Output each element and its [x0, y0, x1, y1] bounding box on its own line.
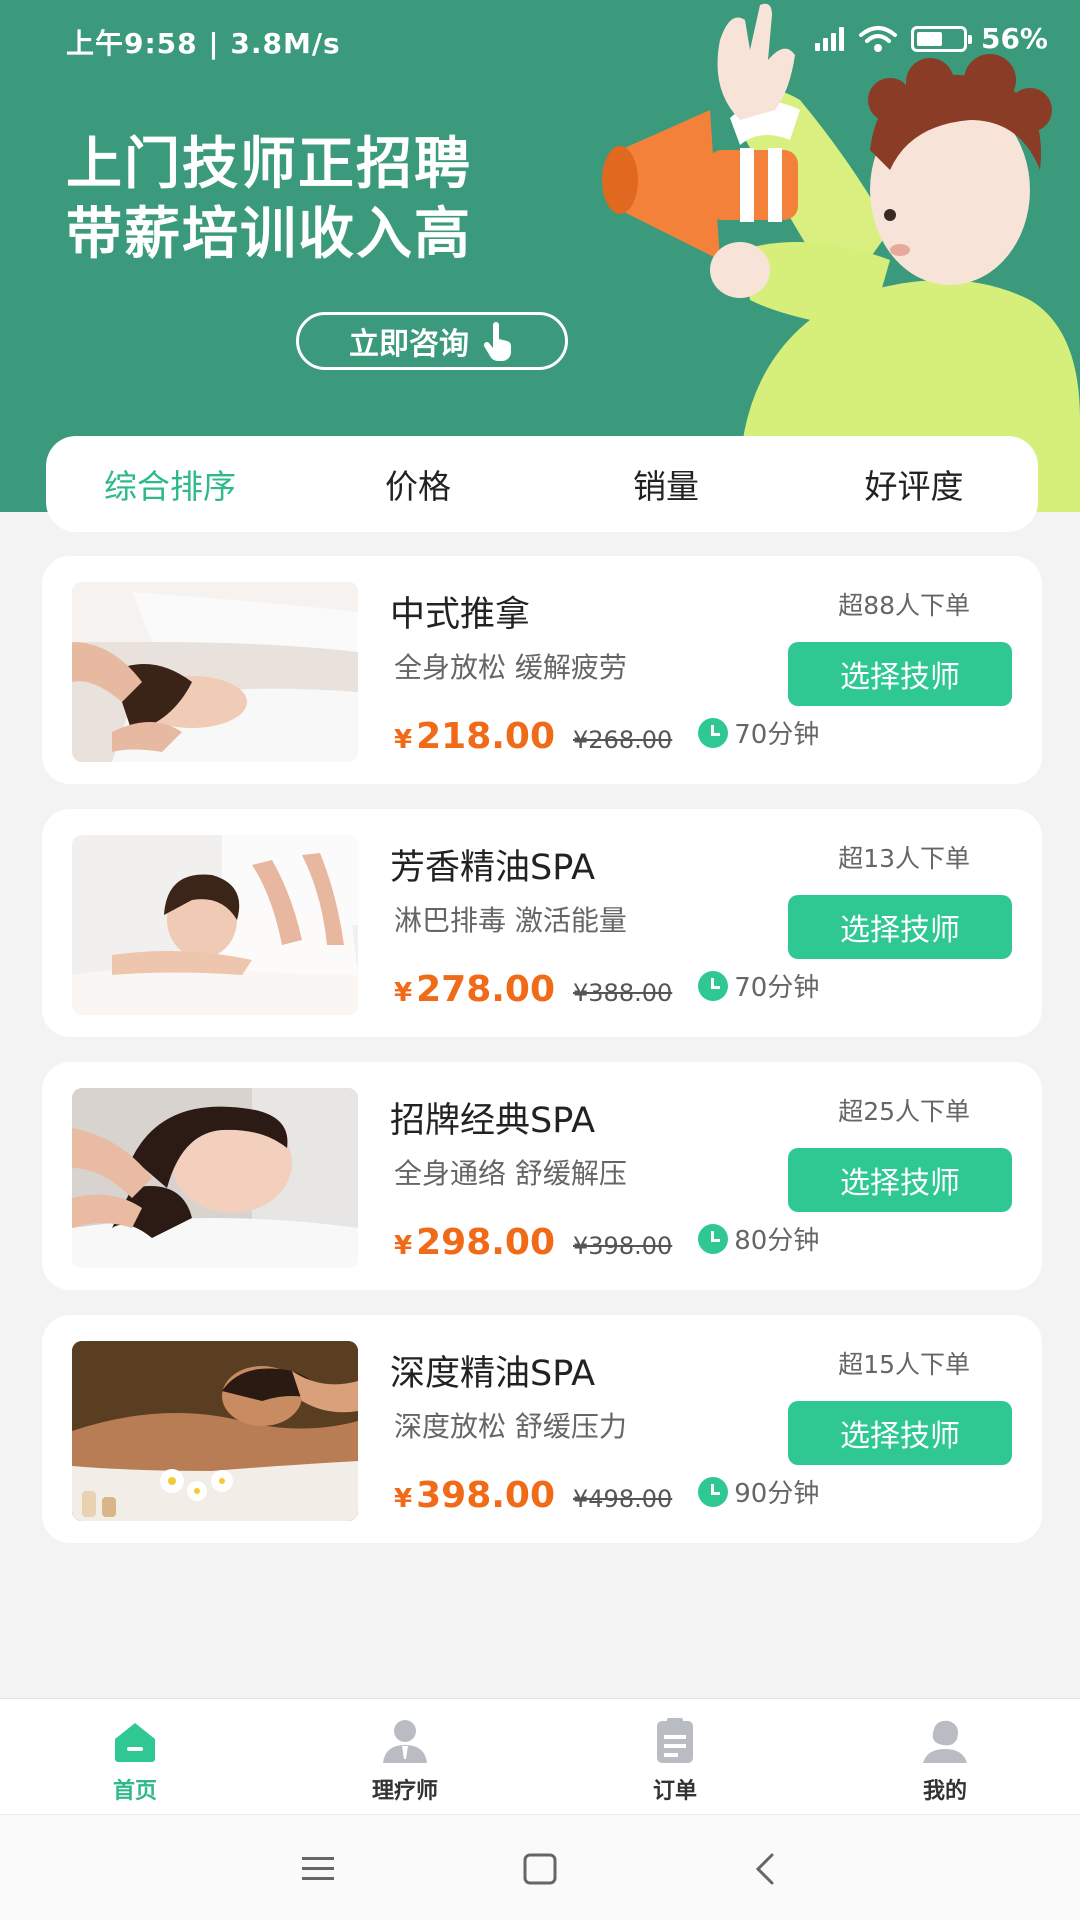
home-square-icon[interactable]	[520, 1851, 560, 1887]
select-therapist-button[interactable]: 选择技师	[788, 895, 1012, 959]
sold-count: 超13人下单	[838, 844, 970, 873]
service-subtitle: 全身放松 缓解疲劳	[394, 651, 627, 684]
service-image	[72, 582, 358, 762]
service-image	[72, 835, 358, 1015]
currency-symbol: ¥	[394, 1483, 413, 1514]
service-image	[72, 1341, 358, 1521]
original-price: ¥398.00	[573, 1231, 673, 1260]
sold-count: 超25人下单	[838, 1097, 970, 1126]
duration: 90分钟	[698, 1473, 819, 1510]
clock-icon	[698, 970, 729, 1001]
nav-label: 订单	[652, 1779, 697, 1804]
currency-symbol: ¥	[394, 1230, 413, 1261]
currency-symbol: ¥	[394, 977, 413, 1008]
banner-title: 上门技师正招聘 带薪培训收入高	[66, 130, 472, 270]
original-price: ¥498.00	[573, 1484, 673, 1513]
clock-icon	[698, 1223, 729, 1254]
nav-item[interactable]: 我的	[810, 1699, 1080, 1814]
nav-item[interactable]: 首页	[0, 1699, 270, 1814]
service-title: 中式推拿	[390, 595, 531, 635]
duration-label: 80分钟	[734, 1226, 820, 1256]
pointing-hand-icon	[483, 322, 512, 361]
current-price: ¥298.00	[394, 1222, 555, 1263]
price-row: ¥298.00 ¥398.00 80分钟	[394, 1220, 819, 1264]
price-value: 218.00	[416, 715, 556, 757]
service-title: 芳香精油SPA	[390, 848, 596, 888]
select-therapist-button[interactable]: 选择技师	[788, 1401, 1012, 1465]
profile-icon	[923, 1720, 967, 1763]
nav-label: 我的	[922, 1779, 967, 1804]
duration: 80分钟	[698, 1220, 819, 1257]
price-value: 278.00	[416, 968, 556, 1010]
duration-label: 90分钟	[734, 1479, 820, 1509]
sort-tabs: 综合排序 价格 销量 好评度	[46, 436, 1038, 532]
nav-label: 理疗师	[371, 1779, 438, 1804]
sort-tab[interactable]: 价格	[294, 460, 542, 508]
banner-title-line1: 上门技师正招聘	[66, 132, 472, 197]
clock-icon	[698, 1476, 729, 1507]
therapist-icon	[383, 1720, 427, 1763]
original-price: ¥268.00	[573, 725, 673, 754]
service-title: 招牌经典SPA	[390, 1101, 596, 1141]
sort-tab[interactable]: 综合排序	[46, 460, 294, 508]
duration-label: 70分钟	[734, 973, 820, 1003]
service-card[interactable]: 深度精油SPA 深度放松 舒缓压力 超15人下单选择技师 ¥398.00 ¥498.00…	[42, 1315, 1042, 1543]
duration: 70分钟	[698, 714, 819, 751]
service-card[interactable]: 招牌经典SPA 全身通络 舒缓解压 超25人下单选择技师 ¥298.00 ¥398.00…	[42, 1062, 1042, 1290]
nav-item[interactable]: 订单	[540, 1699, 810, 1814]
consult-button[interactable]: 立即咨询	[296, 312, 568, 370]
service-card[interactable]: 中式推拿全身放松 缓解疲劳 超88人下单选择技师 ¥218.00 ¥268.00 70分…	[42, 556, 1042, 784]
consult-button-label: 立即咨询	[349, 327, 469, 362]
price-row: ¥218.00 ¥268.00 70分钟	[394, 714, 819, 758]
service-title: 深度精油SPA	[390, 1354, 596, 1394]
price-value: 298.00	[416, 1221, 556, 1263]
price-row: ¥398.00 ¥498.00 90分钟	[394, 1473, 819, 1517]
menu-icon[interactable]	[298, 1851, 338, 1887]
back-icon[interactable]	[746, 1851, 786, 1887]
sort-tab[interactable]: 销量	[542, 460, 790, 508]
current-price: ¥278.00	[394, 969, 555, 1010]
price-value: 398.00	[416, 1474, 556, 1516]
select-therapist-button[interactable]: 选择技师	[788, 642, 1012, 706]
service-subtitle: 深度放松 舒缓压力	[394, 1410, 627, 1443]
order-icon	[657, 1718, 693, 1763]
current-price: ¥218.00	[394, 716, 555, 757]
nav-item[interactable]: 理疗师	[270, 1699, 540, 1814]
service-card[interactable]: 芳香精油SPA 淋巴排毒 激活能量 超13人下单选择技师 ¥278.00 ¥388.00…	[42, 809, 1042, 1037]
bottom-nav: 首页 理疗师 订单 我的	[0, 1698, 1080, 1814]
clock-icon	[698, 717, 729, 748]
sort-tab[interactable]: 好评度	[790, 460, 1038, 508]
home-icon	[115, 1723, 155, 1762]
sold-count: 超15人下单	[838, 1350, 970, 1379]
sold-count: 超88人下单	[838, 591, 970, 620]
current-price: ¥398.00	[394, 1475, 555, 1516]
service-image	[72, 1088, 358, 1268]
duration-label: 70分钟	[734, 720, 820, 750]
select-therapist-button[interactable]: 选择技师	[788, 1148, 1012, 1212]
status-time-speed: 上午9:58 | 3.8M/s	[66, 27, 341, 60]
nav-label: 首页	[112, 1779, 157, 1804]
service-subtitle: 淋巴排毒 激活能量	[394, 904, 627, 937]
currency-symbol: ¥	[394, 724, 413, 755]
original-price: ¥388.00	[573, 978, 673, 1007]
duration: 70分钟	[698, 967, 819, 1004]
price-row: ¥278.00 ¥388.00 70分钟	[394, 967, 819, 1011]
service-subtitle: 全身通络 舒缓解压	[394, 1157, 627, 1190]
banner-title-line2: 带薪培训收入高	[66, 202, 472, 267]
system-nav-bar	[0, 1814, 1080, 1920]
